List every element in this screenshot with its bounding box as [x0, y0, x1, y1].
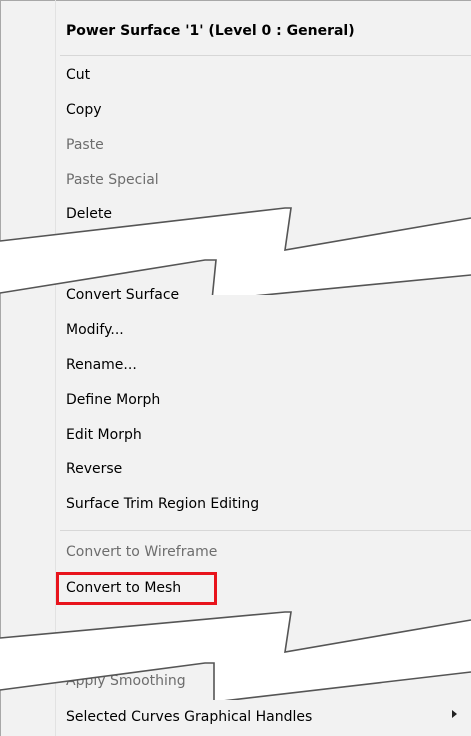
- menu-item-surface-trim-region-editing[interactable]: Surface Trim Region Editing: [66, 493, 259, 515]
- menu-item-edit-morph[interactable]: Edit Morph: [66, 424, 142, 446]
- menu-item-cut[interactable]: Cut: [66, 64, 90, 86]
- menu-item-paste[interactable]: Paste: [66, 134, 104, 156]
- menu-item-convert-to-wireframe[interactable]: Convert to Wireframe: [66, 541, 217, 563]
- menu-item-reverse[interactable]: Reverse: [66, 458, 122, 480]
- menu-border-left: [0, 0, 1, 736]
- menu-item-define-morph[interactable]: Define Morph: [66, 389, 160, 411]
- menu-item-apply-smoothing[interactable]: Apply Smoothing: [66, 670, 186, 692]
- context-menu: Power Surface '1' (Level 0 : General) Cu…: [0, 0, 471, 736]
- menu-icon-gutter-divider: [55, 0, 56, 736]
- menu-item-paste-special[interactable]: Paste Special: [66, 169, 159, 191]
- menu-item-modify[interactable]: Modify...: [66, 319, 124, 341]
- menu-separator: [60, 530, 471, 531]
- menu-item-delete[interactable]: Delete: [66, 203, 112, 225]
- menu-header-title: Power Surface '1' (Level 0 : General): [66, 23, 355, 39]
- menu-border-top: [0, 0, 471, 1]
- menu-item-rename[interactable]: Rename...: [66, 354, 137, 376]
- menu-item-copy[interactable]: Copy: [66, 99, 102, 121]
- chevron-right-icon: [452, 710, 457, 718]
- highlight-annotation-box: [56, 572, 217, 605]
- menu-item-selected-curves-graphical-handles[interactable]: Selected Curves Graphical Handles: [66, 706, 312, 728]
- menu-item-convert-surface[interactable]: Convert Surface: [66, 284, 179, 306]
- menu-separator: [60, 55, 471, 56]
